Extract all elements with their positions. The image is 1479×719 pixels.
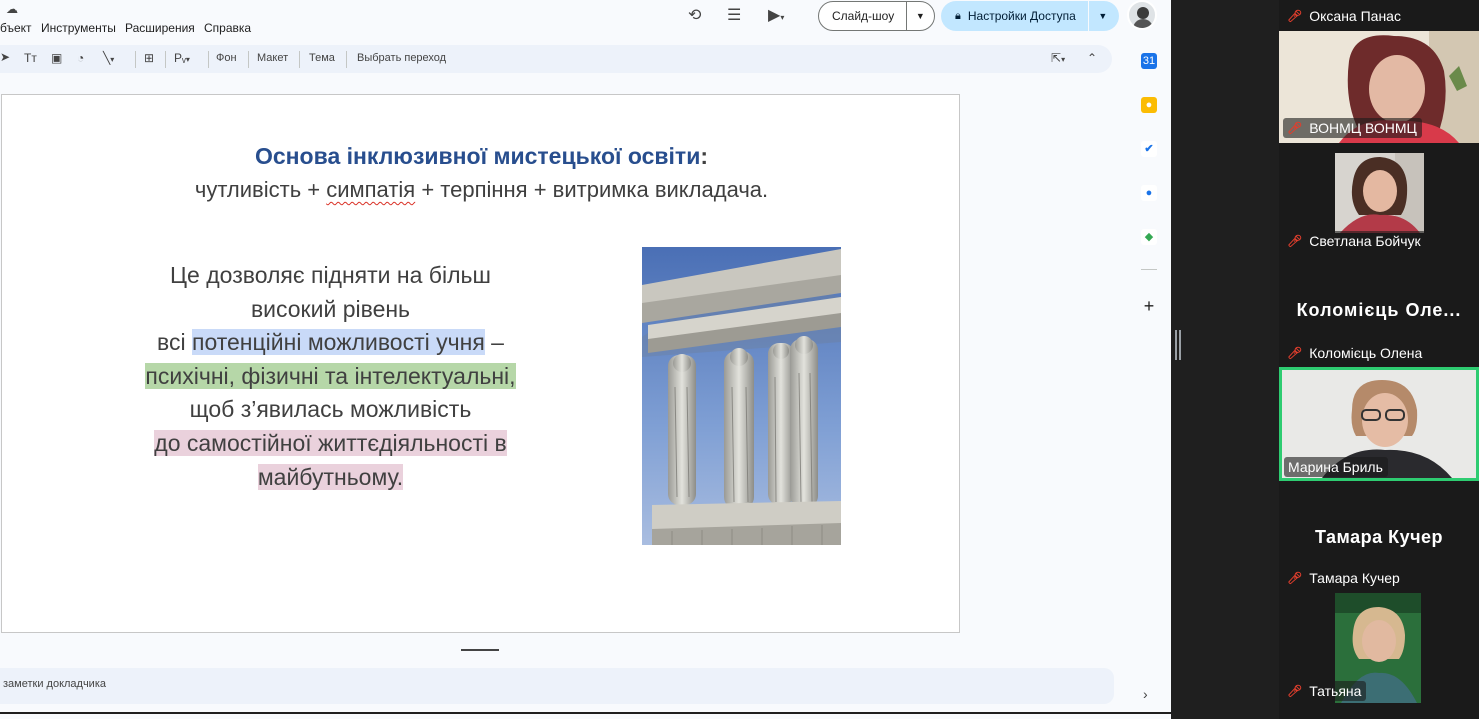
participant-tile-active-speaker[interactable]: Марина Бриль	[1279, 367, 1479, 481]
background-button[interactable]: Фон	[216, 52, 237, 64]
chevron-down-icon[interactable]: ▼	[1089, 11, 1117, 21]
history-icon[interactable]: ⟲	[688, 5, 701, 25]
chevron-right-icon[interactable]: ›	[1143, 686, 1148, 702]
highlight-green: психічні, фізичні та інтелектуальні,	[145, 362, 516, 389]
mic-muted-icon: 🎤︎	[1287, 346, 1303, 360]
participant-display-name: Тамара Кучер	[1314, 527, 1444, 547]
slideshow-label: Слайд-шоу	[832, 9, 895, 23]
side-panel: 31 ● ✔ ● ◆ +	[1128, 40, 1171, 719]
slides-app: ☁ бъект Инструменты Расширения Справка ⟲…	[0, 0, 1171, 719]
splitter-handle[interactable]	[1179, 330, 1181, 360]
format-toolbar: ➤ Tт ▣ ◔ ╲▾ ⊞ Pᵥ▾ Фон Макет Тема Выбрать…	[0, 45, 1112, 73]
shape-icon[interactable]: ◔	[77, 51, 84, 65]
share-button[interactable]: 🔒︎ Настройки Доступа ▼	[941, 1, 1119, 31]
participants-panel: 🎤︎ Оксана Панас 🎤︎ ВОНМЦ ВОНМЦ 🎤︎ Светла…	[1279, 0, 1479, 719]
meet-camera-icon[interactable]: ▶▾	[768, 5, 784, 25]
cloud-saved-icon[interactable]: ☁	[6, 2, 18, 16]
mic-muted-icon: 🎤︎	[1287, 234, 1303, 248]
menu-extensions[interactable]: Расширения	[125, 21, 195, 35]
menu-tools[interactable]: Инструменты	[41, 21, 116, 35]
select-cursor-icon[interactable]: ➤	[0, 50, 10, 64]
image-icon[interactable]: ▣	[51, 51, 62, 65]
chevron-down-icon[interactable]: ▼	[907, 11, 934, 21]
layout-button[interactable]: Макет	[257, 52, 288, 64]
mic-muted-icon: 🎤︎	[1287, 9, 1303, 23]
participant-display-name: Коломієць Оле...	[1296, 300, 1462, 320]
speaker-notes-placeholder: заметки докладчика	[3, 678, 107, 690]
participant-tile[interactable]: 🎤︎ ВОНМЦ ВОНМЦ	[1279, 31, 1479, 143]
slide-body-text[interactable]: Це дозволяє підняти на більш високий рів…	[132, 259, 529, 494]
avatar[interactable]	[1127, 0, 1157, 30]
slide-title[interactable]: Основа інклюзивної мистецької освіти:	[2, 143, 961, 170]
participant-name-tag: 🎤︎ ВОНМЦ ВОНМЦ	[1283, 118, 1422, 138]
participant-tile[interactable]: 🎤︎ Светлана Бойчук	[1279, 143, 1479, 255]
calendar-icon[interactable]: 31	[1141, 53, 1157, 69]
lock-icon: 🔒︎	[955, 9, 961, 22]
participant-tile[interactable]: 🎤︎ Оксана Панас	[1279, 0, 1479, 31]
participant-name-tag: 🎤︎ Светлана Бойчук	[1283, 231, 1426, 251]
collapse-toolbar-icon[interactable]: ⌃	[1087, 51, 1097, 65]
menu-object[interactable]: бъект	[0, 21, 32, 35]
maps-icon[interactable]: ◆	[1141, 229, 1157, 245]
slide-title-text: Основа інклюзивної мистецької освіти	[254, 143, 701, 169]
speaker-notes[interactable]: заметки докладчика	[0, 668, 1114, 704]
transition-button[interactable]: Выбрать переход	[357, 52, 446, 64]
spellcheck-word[interactable]: симпатія	[326, 177, 415, 202]
menu-help[interactable]: Справка	[204, 21, 251, 35]
participant-video	[1335, 153, 1424, 233]
highlight-pink: до самостійної життєдіяльності в	[154, 429, 507, 456]
caryatids-image[interactable]	[642, 247, 841, 545]
comment-add-icon[interactable]: ⊞	[144, 51, 154, 65]
participant-tile[interactable]: Коломієць Оле... 🎤︎ Коломієць Олена	[1279, 255, 1479, 367]
notes-resize-handle[interactable]	[461, 649, 499, 651]
highlight-pink: майбутньому.	[257, 463, 404, 490]
contacts-icon[interactable]: ●	[1141, 185, 1157, 201]
participant-tile[interactable]: 🎤︎ Татьяна	[1279, 593, 1479, 719]
tasks-icon[interactable]: ✔	[1141, 141, 1157, 157]
mic-muted-icon: 🎤︎	[1287, 571, 1303, 585]
slide-subtitle[interactable]: чутливість + симпатія + терпіння + витри…	[2, 177, 961, 203]
participant-tile[interactable]: Тамара Кучер 🎤︎ Тамара Кучер	[1279, 481, 1479, 593]
share-label: Настройки Доступа	[967, 9, 1076, 23]
slideshow-button[interactable]: Слайд-шоу ▼	[818, 1, 935, 31]
participant-name-tag: Марина Бриль	[1284, 457, 1388, 477]
participant-name-tag: 🎤︎ Оксана Панас	[1283, 6, 1406, 26]
text-box-icon[interactable]: Tт	[24, 51, 37, 65]
add-addon-icon[interactable]: +	[1141, 297, 1157, 315]
comments-icon[interactable]: ☰	[727, 5, 741, 25]
theme-button[interactable]: Тема	[309, 52, 335, 64]
line-icon[interactable]: ╲▾	[103, 51, 114, 65]
participant-name-tag: 🎤︎ Тамара Кучер	[1283, 568, 1405, 588]
panel-splitter[interactable]	[1171, 0, 1279, 719]
menubar: ☁ бъект Инструменты Расширения Справка ⟲…	[0, 0, 1171, 40]
paint-format-icon[interactable]: Pᵥ▾	[174, 51, 190, 65]
highlight-blue: потенційні можливості учня	[192, 329, 485, 356]
mic-muted-icon: 🎤︎	[1287, 121, 1303, 135]
slide-canvas[interactable]: Основа інклюзивної мистецької освіти: чу…	[1, 94, 960, 633]
keep-icon[interactable]: ●	[1141, 97, 1157, 113]
participant-name-tag: 🎤︎ Татьяна	[1283, 681, 1367, 701]
pointer-mode-icon[interactable]: ⇱▾	[1051, 51, 1065, 65]
participant-name-tag: 🎤︎ Коломієць Олена	[1283, 343, 1428, 363]
mic-muted-icon: 🎤︎	[1287, 684, 1303, 698]
